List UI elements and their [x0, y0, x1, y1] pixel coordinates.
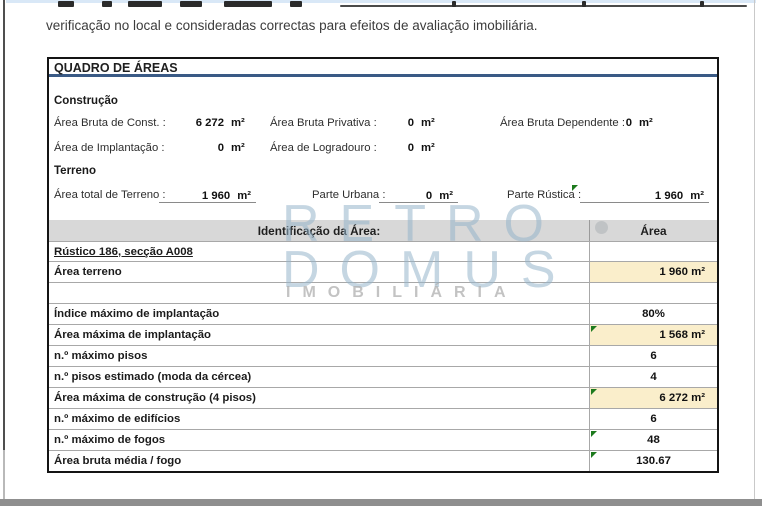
- row-label: n.º máximo de edifícios: [49, 409, 589, 429]
- row-value: 48: [589, 430, 717, 450]
- unit-area-implantacao: m²: [231, 142, 245, 154]
- row-value: 4: [589, 367, 717, 387]
- unit-area-bruta-const: m²: [231, 117, 245, 129]
- unit-area-logradouro: m²: [421, 142, 435, 154]
- unit-parte-rustica: m²: [690, 190, 704, 202]
- label-parte-rustica: Parte Rústica :: [507, 189, 581, 201]
- row-label: Índice máximo de implantação: [49, 304, 589, 324]
- row-label: n.º máximo de fogos: [49, 430, 589, 450]
- table-row: Área máxima de implantação 1 568 m²: [49, 324, 717, 345]
- selection-highlight-strip: [6, 0, 756, 3]
- page-left-border: [3, 0, 5, 450]
- row-value: 6: [589, 346, 717, 366]
- unit-area-bruta-privativa: m²: [421, 117, 435, 129]
- value-parte-rustica: 1 960: [655, 190, 683, 202]
- document-page: verificação no local e consideradas corr…: [0, 0, 762, 506]
- field-parte-urbana: 0 m²: [379, 186, 458, 203]
- row-value: 130.67: [589, 451, 717, 471]
- value-area-logradouro: 0: [389, 142, 414, 154]
- table-row: Índice máximo de implantação 80%: [49, 303, 717, 324]
- value-area-implantacao: 0: [169, 142, 224, 154]
- table-row: n.º máximo de edifícios 6: [49, 408, 717, 429]
- row-label: Área máxima de implantação: [49, 325, 589, 345]
- row-value: 1 568 m²: [589, 325, 717, 345]
- field-area-total-terreno: 1 960 m²: [159, 186, 256, 203]
- row-value: [589, 242, 717, 261]
- table-row: Rústico 186, secção A008: [49, 241, 717, 261]
- table-row: n.º máximo pisos 6: [49, 345, 717, 366]
- section-terreno: Terreno: [54, 165, 96, 177]
- label-parte-urbana: Parte Urbana :: [312, 189, 385, 201]
- row-value: [589, 283, 717, 303]
- table-row: n.º pisos estimado (moda da cércea) 4: [49, 366, 717, 387]
- label-area-logradouro: Área de Logradouro :: [270, 142, 377, 154]
- value-area-total-terreno: 1 960: [202, 190, 230, 202]
- row-value: 80%: [589, 304, 717, 324]
- label-area-bruta-const: Área Bruta de Const. :: [54, 117, 166, 129]
- formula-marker-icon: [572, 185, 578, 191]
- table-row: n.º máximo de fogos 48: [49, 429, 717, 450]
- window-bottom-edge: [0, 499, 762, 506]
- value-area-bruta-dependente: 0: [607, 117, 632, 129]
- label-area-bruta-privativa: Área Bruta Privativa :: [270, 117, 377, 129]
- row-value: 6 272 m²: [589, 388, 717, 408]
- row-label: Área terreno: [49, 262, 589, 282]
- quadro-title: QUADRO DE ÁREAS: [49, 59, 717, 77]
- row-label: Área bruta média / fogo: [49, 451, 589, 471]
- row-label: n.º pisos estimado (moda da cércea): [49, 367, 589, 387]
- value-parte-urbana: 0: [426, 190, 432, 202]
- areas-table-header: Identificação da Área: Área: [49, 220, 717, 241]
- label-area-total-terreno: Área total de Terreno :: [54, 189, 166, 201]
- value-area-bruta-privativa: 0: [389, 117, 414, 129]
- value-area-bruta-const: 6 272: [169, 117, 224, 129]
- row-label: n.º máximo pisos: [49, 346, 589, 366]
- field-parte-rustica: 1 960 m²: [580, 186, 709, 203]
- row-label: Área máxima de construção (4 pisos): [49, 388, 589, 408]
- row-value: 6: [589, 409, 717, 429]
- header-identificacao: Identificação da Área:: [49, 220, 589, 241]
- intro-text: verificação no local e consideradas corr…: [46, 18, 726, 33]
- row-value: 1 960 m²: [589, 262, 717, 282]
- page-right-border: [754, 0, 755, 499]
- table-row: [49, 282, 717, 303]
- row-label: Rústico 186, secção A008: [49, 242, 589, 261]
- table-row: Área máxima de construção (4 pisos) 6 27…: [49, 387, 717, 408]
- table-row: Área bruta média / fogo 130.67: [49, 450, 717, 471]
- unit-parte-urbana: m²: [439, 190, 453, 202]
- unit-area-bruta-dependente: m²: [639, 117, 653, 129]
- row-label: [49, 283, 589, 303]
- header-area: Área: [589, 220, 717, 241]
- table-row: Área terreno 1 960 m²: [49, 261, 717, 282]
- quadro-de-areas-box: QUADRO DE ÁREAS Construção Área Bruta de…: [47, 57, 719, 473]
- areas-table: Identificação da Área: Área Rústico 186,…: [49, 220, 717, 471]
- page-left-border-lower: [3, 450, 5, 499]
- section-construcao: Construção: [54, 95, 118, 107]
- label-area-implantacao: Área de Implantação :: [54, 142, 165, 154]
- unit-area-total-terreno: m²: [237, 190, 251, 202]
